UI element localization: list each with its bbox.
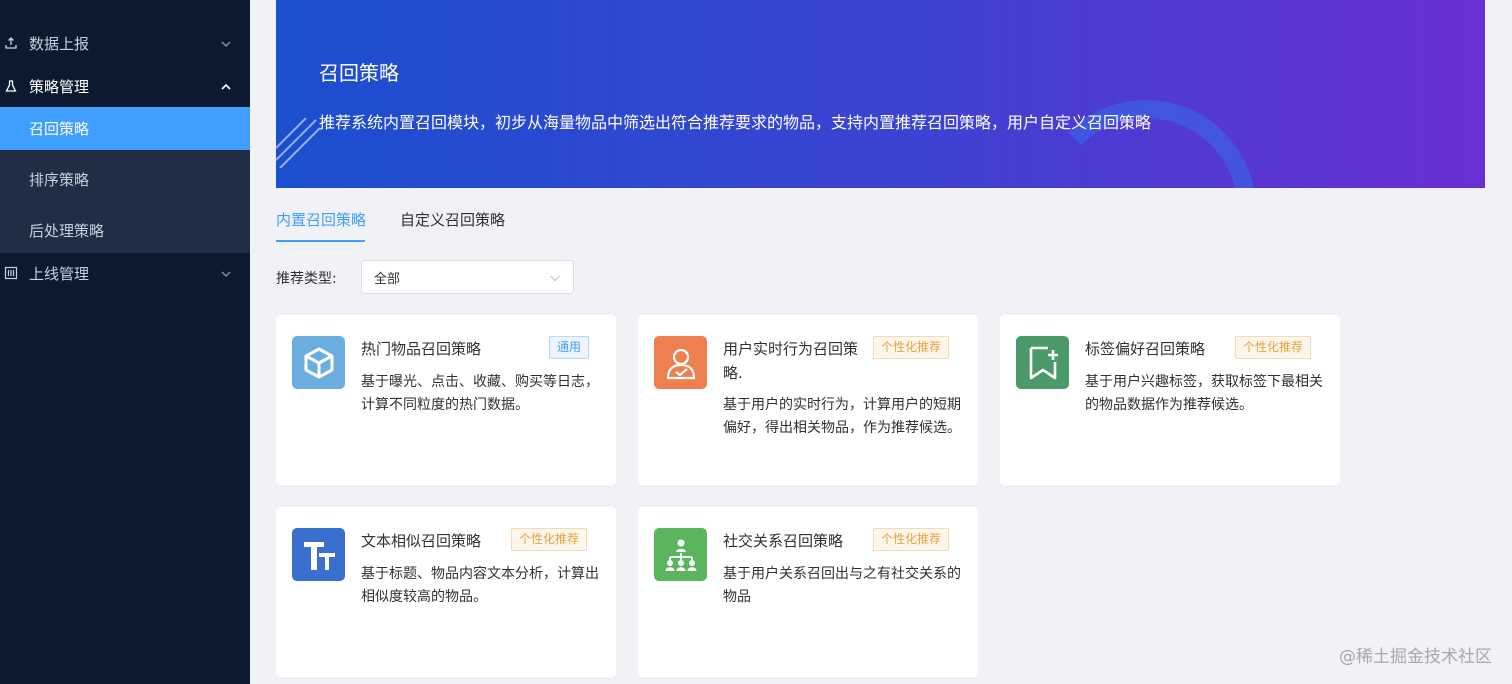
page-banner: 召回策略 推荐系统内置召回模块，初步从海量物品中筛选出符合推荐要求的物品，支持内… xyxy=(276,0,1485,188)
chevron-down-icon xyxy=(220,36,232,48)
card-title: 标签偏好召回策略 xyxy=(1085,340,1206,358)
page-title: 召回策略 xyxy=(319,61,399,85)
cube-icon xyxy=(292,336,345,389)
strategy-card[interactable]: 标签偏好召回策略 个性化推荐 基于用户兴趣标签，获取标签下最相关的物品数据作为推… xyxy=(1000,315,1340,485)
sidebar-item-label: 数据上报 xyxy=(29,34,90,53)
card-description: 基于用户关系召回出与之有社交关系的物品 xyxy=(723,566,961,605)
tab-builtin-recall[interactable]: 内置召回策略 xyxy=(276,209,366,230)
sliders-icon xyxy=(4,266,18,280)
social-network-icon xyxy=(654,528,707,581)
card-tag: 个性化推荐 xyxy=(873,336,950,359)
sidebar-item-ranking-strategy[interactable]: 排序策略 xyxy=(0,158,250,201)
sidebar-item-label: 策略管理 xyxy=(29,77,90,96)
card-tag: 个性化推荐 xyxy=(511,528,588,551)
card-description: 基于标题、物品内容文本分析，计算出相似度较高的物品。 xyxy=(361,566,599,605)
watermark: @稀土掘金技术社区 xyxy=(1339,647,1492,667)
chevron-down-icon xyxy=(550,275,560,282)
submenu-strategy: 召回策略 排序策略 后处理策略 xyxy=(0,107,250,253)
sidebar-item-strategy-management[interactable]: 策略管理 xyxy=(0,65,250,107)
card-tag: 个性化推荐 xyxy=(873,528,950,551)
sidebar-item-label: 上线管理 xyxy=(29,264,90,283)
bookmark-add-icon xyxy=(1016,336,1069,389)
page-description: 推荐系统内置召回模块，初步从海量物品中筛选出符合推荐要求的物品，支持内置推荐召回… xyxy=(319,113,1152,132)
tab-custom-recall[interactable]: 自定义召回策略 xyxy=(400,209,505,230)
sidebar-item-deploy-management[interactable]: 上线管理 xyxy=(0,252,250,294)
page-edge xyxy=(1500,0,1512,684)
flask-icon xyxy=(4,79,18,93)
card-description: 基于用户兴趣标签，获取标签下最相关的物品数据作为推荐候选。 xyxy=(1085,374,1323,413)
card-tag: 通用 xyxy=(549,336,590,359)
sidebar-item-recall-strategy[interactable]: 召回策略 xyxy=(0,107,250,150)
strategy-card[interactable]: 热门物品召回策略 通用 基于曝光、点击、收藏、购买等日志，计算不同粒度的热门数据… xyxy=(276,315,616,485)
strategy-card[interactable]: 社交关系召回策略 个性化推荐 基于用户关系召回出与之有社交关系的物品 xyxy=(638,507,978,677)
text-icon xyxy=(292,528,345,581)
recommend-type-label: 推荐类型: xyxy=(276,271,337,287)
sidebar: 数据上报 策略管理 召回策略 排序策略 后处理策略 上线管理 xyxy=(0,0,250,684)
sidebar-item-postprocess-strategy[interactable]: 后处理策略 xyxy=(0,209,250,252)
card-title: 社交关系召回策略 xyxy=(723,532,844,550)
card-tag: 个性化推荐 xyxy=(1235,336,1312,359)
upload-icon xyxy=(4,36,18,50)
select-value: 全部 xyxy=(374,271,401,287)
chevron-down-icon xyxy=(220,266,232,278)
strategy-card[interactable]: 用户实时行为召回策略. 个性化推荐 基于用户的实时行为，计算用户的短期偏好，得出… xyxy=(638,315,978,485)
active-tab-indicator xyxy=(276,240,365,242)
card-title: 热门物品召回策略 xyxy=(361,340,482,358)
card-description: 基于用户的实时行为，计算用户的短期偏好，得出相关物品，作为推荐候选。 xyxy=(723,397,961,436)
card-description: 基于曝光、点击、收藏、购买等日志，计算不同粒度的热门数据。 xyxy=(361,374,599,413)
recommend-type-select[interactable]: 全部 xyxy=(361,260,574,294)
user-check-icon xyxy=(654,336,707,389)
sidebar-item-data-report[interactable]: 数据上报 xyxy=(0,22,250,64)
strategy-card[interactable]: 文本相似召回策略 个性化推荐 基于标题、物品内容文本分析，计算出相似度较高的物品… xyxy=(276,507,616,677)
chevron-up-icon xyxy=(220,79,232,91)
card-title: 用户实时行为召回策略. xyxy=(723,340,859,382)
card-title: 文本相似召回策略 xyxy=(361,532,482,550)
decorative-lines xyxy=(276,118,320,168)
